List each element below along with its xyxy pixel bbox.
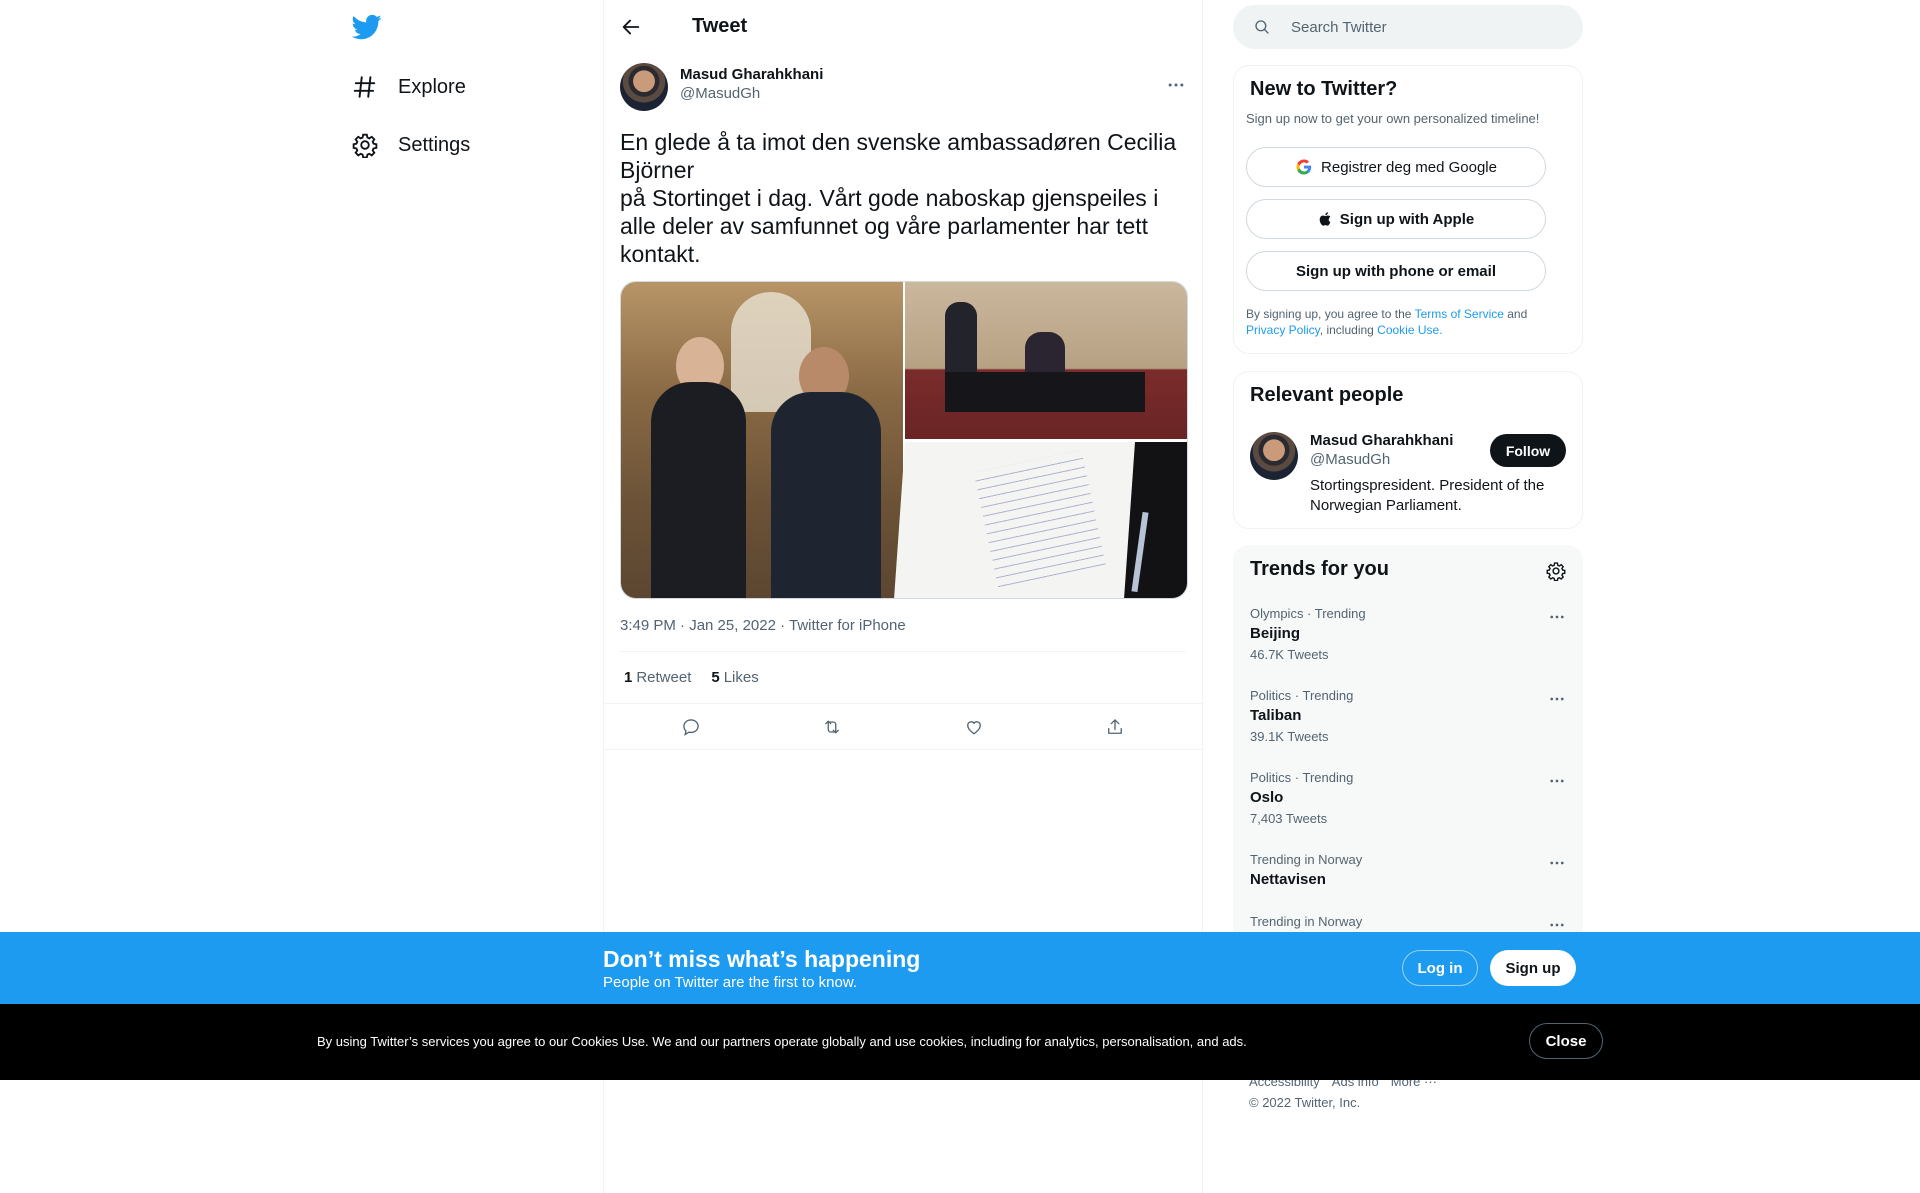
search-input[interactable]	[1291, 18, 1551, 36]
trend-item[interactable]: Trending in Norway Nettavisen	[1250, 852, 1566, 888]
like-heart-icon[interactable]	[964, 717, 984, 737]
legal-text-1: By signing up, you agree to the	[1246, 307, 1415, 321]
photo-guestbook-signing[interactable]	[905, 282, 1187, 439]
tweet-author[interactable]: Masud Gharahkhani @MasudGh	[620, 63, 1186, 113]
tweet-text: En glede å ta imot den svenske ambassadø…	[620, 129, 1177, 267]
signup-subtitle: Sign up now to get your own personalized…	[1246, 111, 1540, 126]
more-options-icon[interactable]	[1548, 608, 1566, 626]
nav-settings[interactable]: Settings	[352, 125, 470, 165]
nav-explore-label: Explore	[398, 75, 466, 98]
page-title: Tweet	[692, 15, 748, 37]
copyright: © 2022 Twitter, Inc.	[1249, 1095, 1361, 1110]
tweet-stats: 1 Retweet 5 Likes	[620, 651, 1186, 703]
author-handle[interactable]: @MasudGh	[680, 85, 823, 102]
trend-item[interactable]: Politics · Trending Oslo 7,403 Tweets	[1250, 770, 1566, 826]
reply-icon[interactable]	[681, 717, 701, 737]
trend-context: Olympics · Trending	[1250, 606, 1366, 621]
search-icon	[1255, 20, 1269, 34]
signup-card: New to Twitter? Sign up now to get your …	[1233, 65, 1583, 354]
legal-text-2: and	[1503, 307, 1528, 321]
relevant-people-card: Relevant people Masud Gharahkhani @Masud…	[1233, 371, 1583, 529]
cookie-banner: By using Twitter’s services you agree to…	[0, 1004, 1920, 1080]
follow-button[interactable]: Follow	[1490, 434, 1566, 467]
cookie-text: By using Twitter’s services you agree to…	[317, 1034, 1247, 1049]
trends-title: Trends for you	[1250, 558, 1389, 580]
retweet-count[interactable]: 1	[624, 669, 632, 686]
back-arrow-icon[interactable]	[620, 16, 642, 38]
avatar[interactable]	[620, 63, 668, 111]
like-count[interactable]: 5	[711, 669, 719, 686]
trend-name: Oslo	[1250, 789, 1284, 806]
tweet: Masud Gharahkhani @MasudGh En glede å ta…	[604, 53, 1202, 750]
trends-card: Trends for you Olympics · Trending Beiji…	[1233, 545, 1583, 965]
phone-signup-button[interactable]: Sign up with phone or email	[1246, 251, 1546, 291]
login-button[interactable]: Log in	[1402, 950, 1478, 986]
login-prompt-bar: Don’t miss what’s happening People on Tw…	[0, 932, 1920, 1004]
nav-settings-label: Settings	[398, 133, 471, 156]
apple-signup-label: Sign up with Apple	[1339, 210, 1475, 228]
trend-count: 7,403 Tweets	[1250, 811, 1328, 826]
trend-item[interactable]: Olympics · Trending Beijing 46.7K Tweets	[1250, 606, 1566, 662]
retweet-icon[interactable]	[822, 717, 842, 737]
retweet-label[interactable]: Retweet	[636, 669, 691, 686]
signup-legal-text: By signing up, you agree to the Terms of…	[1246, 306, 1566, 338]
google-signup-label: Registrer deg med Google	[1321, 158, 1497, 176]
more-options-icon[interactable]	[1548, 690, 1566, 708]
trend-count: 39.1K Tweets	[1250, 729, 1329, 744]
photo-ambassador-meeting[interactable]	[621, 282, 903, 598]
legal-text-3: , including	[1319, 323, 1378, 337]
share-icon[interactable]	[1105, 717, 1125, 737]
relevant-person[interactable]: Masud Gharahkhani @MasudGh Stortingspres…	[1250, 432, 1544, 516]
like-label[interactable]: Likes	[724, 669, 759, 686]
apple-signup-button[interactable]: Sign up with Apple	[1246, 199, 1546, 239]
trend-context: Trending in Norway	[1250, 852, 1363, 867]
google-signup-button[interactable]: Registrer deg med Google	[1246, 147, 1546, 187]
avatar[interactable]	[1250, 432, 1298, 480]
terms-link[interactable]: Terms of Service	[1415, 307, 1504, 321]
gear-icon[interactable]	[1546, 561, 1566, 581]
twitter-logo-icon[interactable]	[352, 12, 382, 42]
gear-icon	[352, 133, 378, 158]
author-name[interactable]: Masud Gharahkhani	[680, 66, 823, 83]
hashtag-icon	[353, 76, 376, 98]
google-icon	[1296, 159, 1312, 175]
trend-count: 46.7K Tweets	[1250, 647, 1329, 662]
trend-context: Politics · Trending	[1250, 770, 1354, 785]
login-prompt-title: Don’t miss what’s happening	[603, 946, 921, 972]
relevant-people-title: Relevant people	[1250, 384, 1404, 406]
close-button[interactable]: Close	[1529, 1023, 1603, 1059]
more-options-icon[interactable]	[1548, 772, 1566, 790]
relevant-person-bio: Stortingspresident. President of the Nor…	[1310, 477, 1545, 514]
page-header: Tweet	[604, 0, 1202, 53]
phone-signup-label: Sign up with phone or email	[1295, 262, 1496, 280]
trend-context: Politics · Trending	[1250, 688, 1354, 703]
trend-name: Beijing	[1250, 625, 1301, 642]
trend-context: Trending in Norway	[1250, 914, 1363, 929]
nav-explore[interactable]: Explore	[352, 67, 466, 107]
photo-guestbook-page[interactable]	[893, 442, 1187, 598]
privacy-link[interactable]: Privacy Policy	[1246, 323, 1320, 337]
trend-item[interactable]: Politics · Trending Taliban 39.1K Tweets	[1250, 688, 1566, 744]
apple-icon	[1319, 212, 1331, 226]
login-prompt-subtitle: People on Twitter are the first to know.	[603, 974, 858, 991]
trend-name: Taliban	[1250, 707, 1302, 724]
relevant-person-name[interactable]: Masud Gharahkhani	[1310, 432, 1490, 449]
tweet-timestamp[interactable]: 3:49 PM · Jan 25, 2022 · Twitter for iPh…	[620, 617, 1186, 637]
more-options-icon[interactable]	[1166, 75, 1186, 95]
cookie-use-link[interactable]: Cookie Use.	[1377, 323, 1442, 337]
trend-item[interactable]: Trending in Norway	[1250, 914, 1566, 929]
more-options-icon[interactable]	[1548, 854, 1566, 872]
signup-button[interactable]: Sign up	[1490, 950, 1576, 986]
tweet-actions	[604, 703, 1202, 750]
search-box[interactable]	[1233, 5, 1583, 49]
signup-title: New to Twitter?	[1250, 78, 1398, 100]
relevant-person-handle[interactable]: @MasudGh	[1310, 451, 1490, 468]
trend-name: Nettavisen	[1250, 871, 1326, 888]
tweet-media-grid	[620, 281, 1188, 599]
